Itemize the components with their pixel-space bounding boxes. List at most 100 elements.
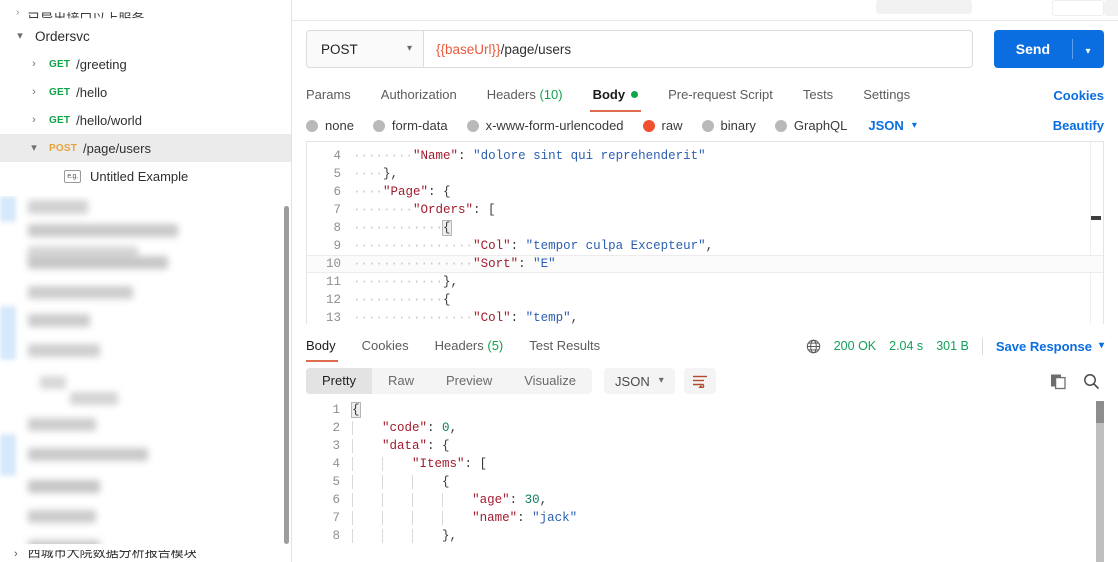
request-body-editor[interactable]: 4 ········"Name": "dolore sint qui repreh… [306,141,1104,324]
request-path: /page/users [83,140,151,156]
code-line[interactable]: 4 "Items": [ [306,455,1104,473]
code-line[interactable]: 12 ············{ [307,291,1103,309]
http-method-value: POST [321,41,358,57]
code-line[interactable]: 8 ············{ [307,219,1103,237]
line-number: 4 [332,457,340,471]
sidebar-item-greeting[interactable]: › GET /greeting [0,50,291,78]
radio-label: binary [720,118,756,133]
body-type-binary[interactable]: binary [701,118,756,133]
line-number: 9 [333,239,341,253]
cookies-link[interactable]: Cookies [1053,88,1104,103]
copy-button[interactable] [1050,373,1067,390]
sidebar-collection-ordersvc[interactable]: ▾ Ordersvc [0,22,291,50]
chevron-right-icon: › [32,113,36,126]
tab-settings[interactable]: Settings [848,78,925,112]
tab-authorization[interactable]: Authorization [366,78,472,112]
send-options-button[interactable]: ▾ [1072,30,1104,68]
method-label: GET [49,86,71,98]
sidebar-cut-bottom-row[interactable]: › 西城市大院数据分析报告模块 [0,548,291,562]
request-path: /greeting [76,56,127,72]
radio-label: GraphQL [793,118,848,133]
sidebar-redacted-tree[interactable] [0,196,291,544]
code-line[interactable]: 5 { [306,473,1104,491]
view-mode-raw[interactable]: Raw [372,368,430,394]
sidebar-item-untitled-example[interactable]: e.g. Untitled Example [0,162,291,190]
code-text: ············}, [353,275,459,289]
code-line[interactable]: 7 ········"Orders": [ [307,201,1103,219]
tab-params[interactable]: Params [306,78,366,112]
http-method-select[interactable]: POST ▾ [306,30,423,68]
response-tab-body[interactable]: Body [306,330,349,362]
line-number: 8 [333,221,341,235]
code-line[interactable]: 9 ················"Col": "tempor culpa Ex… [307,237,1103,255]
wrap-lines-button[interactable] [683,368,716,394]
line-number: 1 [332,403,340,417]
view-mode-preview[interactable]: Preview [430,368,508,394]
sidebar-item-hello-world[interactable]: › GET /hello/world [0,106,291,134]
chevron-down-icon: ▾ [406,43,412,54]
body-type-urlencoded[interactable]: x-www-form-urlencoded [466,118,624,133]
code-line[interactable]: 3 "data": { [306,437,1104,455]
response-format-select[interactable]: JSON ▾ [604,368,675,394]
search-icon [1084,373,1100,389]
body-type-raw[interactable]: raw [642,118,683,133]
tab-pre-request-script[interactable]: Pre-request Script [653,78,788,112]
chevron-down-icon: ▾ [911,119,917,131]
code-line[interactable]: 11 ············}, [307,273,1103,291]
body-type-none[interactable]: none [306,118,354,133]
sidebar-scrollbar[interactable] [284,206,289,544]
code-line[interactable]: 10 ················"Sort": "E" [307,255,1103,273]
response-scrollbar-thumb[interactable] [1096,401,1104,423]
body-format-select[interactable]: JSON ▾ [868,118,916,133]
code-text: "name": "jack" [352,511,577,525]
save-response-button[interactable]: Save Response ▾ [996,339,1104,354]
sidebar-item-hello[interactable]: › GET /hello [0,78,291,106]
response-view-modes: Pretty Raw Preview Visualize [306,368,593,394]
sidebar: › 已导出接口以上服务 ▾ Ordersvc › GET /greeting ›… [0,0,292,562]
radio-icon-selected [642,119,655,132]
tab-body[interactable]: Body [578,78,654,112]
body-type-graphql[interactable]: GraphQL [774,118,848,133]
chevron-right-icon: › [32,85,36,98]
code-line[interactable]: 1{ [306,401,1104,419]
body-type-form-data[interactable]: form-data [372,118,448,133]
search-button[interactable] [1083,373,1100,390]
beautify-button[interactable]: Beautify [1053,118,1104,133]
code-line[interactable]: 6 "age": 30, [306,491,1104,509]
tab-tests[interactable]: Tests [788,78,848,112]
ghost-control-2 [942,0,972,14]
tab-headers[interactable]: Headers (10) [472,78,578,112]
send-button[interactable]: Send [993,30,1072,68]
code-line[interactable]: 13 ················"Col": "temp", [307,309,1103,324]
response-toolbar: Pretty Raw Preview Visualize JSON ▾ [292,362,1118,401]
tab-label: Tests [802,87,834,102]
code-text: "code": 0, [352,421,457,435]
code-line[interactable]: 5 ····}, [307,165,1103,183]
code-line[interactable]: 7 "name": "jack" [306,509,1104,527]
response-format-value: JSON [615,373,650,389]
radio-icon [701,119,714,132]
response-scrollbar-track[interactable] [1096,401,1104,562]
code-line[interactable]: 8 }, [306,527,1104,545]
main-panel: POST ▾ {{baseUrl}}/page/users Send ▾ Par… [292,0,1118,562]
response-code-lines[interactable]: 1{2 "code": 0, 3 "data": {4 "Items": [5 {… [306,401,1104,545]
radio-label: x-www-form-urlencoded [485,118,624,133]
sidebar-item-page-users[interactable]: ▾ POST /page/users [0,134,291,162]
collection-name: Ordersvc [35,28,90,44]
request-editor-scrollbar[interactable] [1091,216,1101,220]
window-top-chrome [292,0,1118,21]
tab-count: (5) [487,338,504,353]
response-body-editor[interactable]: 1{2 "code": 0, 3 "data": {4 "Items": [5 {… [306,401,1104,562]
view-mode-visualize[interactable]: Visualize [508,368,592,394]
code-line[interactable]: 4 ········"Name": "dolore sint qui repreh… [307,147,1103,165]
code-line[interactable]: 2 "code": 0, [306,419,1104,437]
response-tab-headers[interactable]: Headers (5) [422,330,517,362]
request-code-lines[interactable]: 4 ········"Name": "dolore sint qui repreh… [307,142,1103,324]
response-tab-test-results[interactable]: Test Results [516,330,613,362]
radio-icon [306,119,318,132]
response-tab-cookies[interactable]: Cookies [349,330,422,362]
code-line[interactable]: 6 ····"Page": { [307,183,1103,201]
sidebar-cut-top-row[interactable]: › 已导出接口以上服务 [0,0,291,22]
url-input[interactable]: {{baseUrl}}/page/users [423,30,973,68]
view-mode-pretty[interactable]: Pretty [306,368,372,394]
